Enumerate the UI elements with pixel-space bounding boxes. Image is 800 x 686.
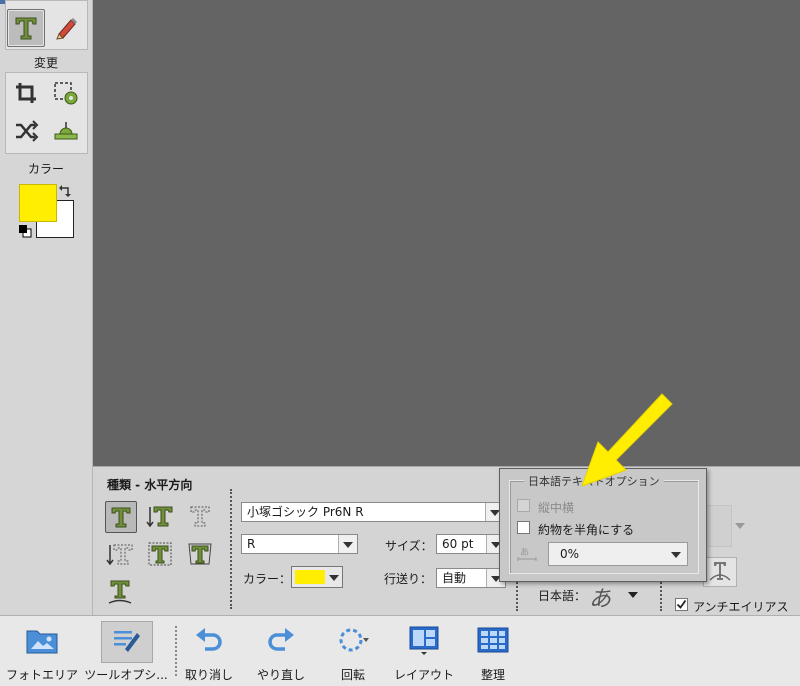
- font-style-select[interactable]: R: [241, 534, 358, 554]
- half-width-punctuation-checkbox[interactable]: [517, 521, 530, 534]
- default-colors-icon[interactable]: [18, 224, 32, 238]
- pencil-icon: [56, 18, 77, 40]
- font-family-select[interactable]: 小塚ゴシック Pr6N R: [241, 502, 505, 522]
- disabled-dropdown-icon: [735, 523, 745, 529]
- text-on-selection-button[interactable]: [145, 539, 175, 569]
- leading-label: 行送り：: [384, 572, 433, 586]
- tool-options-button[interactable]: ツールオプシ...: [84, 616, 168, 686]
- rotate-label: 回転: [340, 668, 365, 682]
- options-divider-1: [230, 489, 232, 609]
- type-tool-button[interactable]: [7, 9, 45, 47]
- antialias-label: アンチエイリアス: [693, 600, 789, 614]
- layout-label: レイアウト: [393, 668, 454, 682]
- tool-options-icon: [108, 622, 144, 658]
- text-color-picker[interactable]: [291, 566, 343, 588]
- horizontal-type-mask-button[interactable]: [185, 501, 215, 531]
- color-group-label: カラー: [27, 162, 64, 176]
- warp-text-button[interactable]: [703, 557, 737, 587]
- text-color-dropdown-icon: [329, 575, 339, 581]
- leading-value: 自動: [442, 571, 467, 585]
- font-size-select[interactable]: 60 pt: [436, 534, 506, 554]
- organize-button[interactable]: 整理: [464, 616, 522, 686]
- vertical-type-mask-button[interactable]: [105, 539, 135, 569]
- type-tool-icon: [15, 17, 37, 40]
- swap-colors-icon[interactable]: [58, 184, 72, 198]
- text-color-swatch: [295, 570, 325, 584]
- recompose-tool-button[interactable]: [48, 75, 84, 111]
- text-on-shape-icon: [188, 543, 212, 565]
- recompose-icon: [54, 82, 78, 105]
- options-divider-2: [516, 579, 518, 611]
- tsume-select[interactable]: 0%: [548, 542, 688, 566]
- font-family-value: 小塚ゴシック Pr6N R: [247, 505, 364, 519]
- left-toolbar: 変更 カラー: [0, 0, 93, 615]
- antialias-checkbox[interactable]: [675, 598, 688, 611]
- leading-select[interactable]: 自動: [436, 568, 506, 588]
- horizontal-type-button[interactable]: [105, 501, 137, 533]
- japanese-label: 日本語：: [538, 589, 587, 603]
- redo-label: やり直し: [256, 668, 305, 682]
- japanese-options-dropdown-icon[interactable]: [628, 592, 638, 598]
- font-style-value: R: [247, 537, 256, 551]
- undo-label: 取り消し: [184, 668, 233, 682]
- bottom-taskbar: フォトエリア ツールオプシ... 取り消し やり直し 回転 レイアウト 整理: [0, 615, 800, 686]
- crop-icon: [16, 83, 36, 103]
- japanese-options-glyph[interactable]: あ: [589, 581, 611, 613]
- annotation-arrow: [581, 393, 673, 487]
- photo-area-icon: [24, 622, 60, 658]
- type-orientation-label: 種類 - 水平方向: [107, 478, 193, 492]
- tool-group-modify: [5, 72, 88, 154]
- font-style-dropdown-icon[interactable]: [338, 535, 357, 553]
- font-size-value: 60 pt: [442, 537, 474, 551]
- vertical-type-button[interactable]: [145, 501, 175, 531]
- layout-button[interactable]: レイアウト: [392, 616, 456, 686]
- font-size-label: サイズ：: [385, 539, 433, 553]
- tsume-value: 0%: [560, 547, 580, 561]
- tsume-icon: あ: [517, 547, 537, 561]
- rotate-icon: [335, 622, 371, 658]
- pencil-tool-button[interactable]: [48, 9, 84, 45]
- text-on-path-icon: [108, 580, 132, 604]
- undo-icon: [191, 622, 227, 658]
- type-mask-icon: [190, 506, 210, 527]
- horizontal-type-icon: [111, 507, 131, 528]
- modify-group-label: 変更: [33, 56, 58, 70]
- antialias-check-icon: [676, 599, 687, 609]
- level-icon: [54, 122, 78, 140]
- rotate-button[interactable]: 回転: [326, 616, 380, 686]
- crop-tool-button[interactable]: [8, 75, 44, 111]
- svg-text:あ: あ: [520, 547, 529, 558]
- vertical-type-icon: [146, 506, 173, 528]
- organize-grid-icon: [475, 622, 511, 658]
- text-on-shape-button[interactable]: [185, 539, 215, 569]
- undo-button[interactable]: 取り消し: [180, 616, 238, 686]
- warp-text-icon: [709, 562, 731, 581]
- photo-area-label: フォトエリア: [5, 668, 78, 682]
- vertical-type-mask-icon: [106, 544, 133, 566]
- tsume-dropdown-icon[interactable]: [671, 552, 681, 558]
- photo-area-button[interactable]: フォトエリア: [5, 616, 79, 686]
- tool-group-create: [5, 0, 88, 50]
- shuffle-icon: [16, 120, 39, 142]
- organize-label: 整理: [480, 668, 505, 682]
- bottom-divider: [175, 626, 177, 676]
- disabled-field: [703, 505, 732, 547]
- layout-icon: [406, 622, 442, 658]
- straighten-tool-button[interactable]: [8, 113, 44, 149]
- half-width-punctuation-label: 約物を半角にする: [538, 523, 635, 537]
- redo-icon: [263, 622, 299, 658]
- redo-button[interactable]: やり直し: [252, 616, 310, 686]
- text-color-label: カラー：: [243, 572, 292, 586]
- text-on-selection-icon: [148, 542, 172, 566]
- image-canvas[interactable]: [93, 0, 800, 466]
- text-on-path-button[interactable]: [105, 577, 135, 607]
- tatechuyoko-checkbox: [517, 499, 530, 512]
- foreground-color-swatch[interactable]: [19, 184, 57, 222]
- level-tool-button[interactable]: [48, 113, 84, 149]
- tool-options-label: ツールオプシ...: [84, 668, 168, 682]
